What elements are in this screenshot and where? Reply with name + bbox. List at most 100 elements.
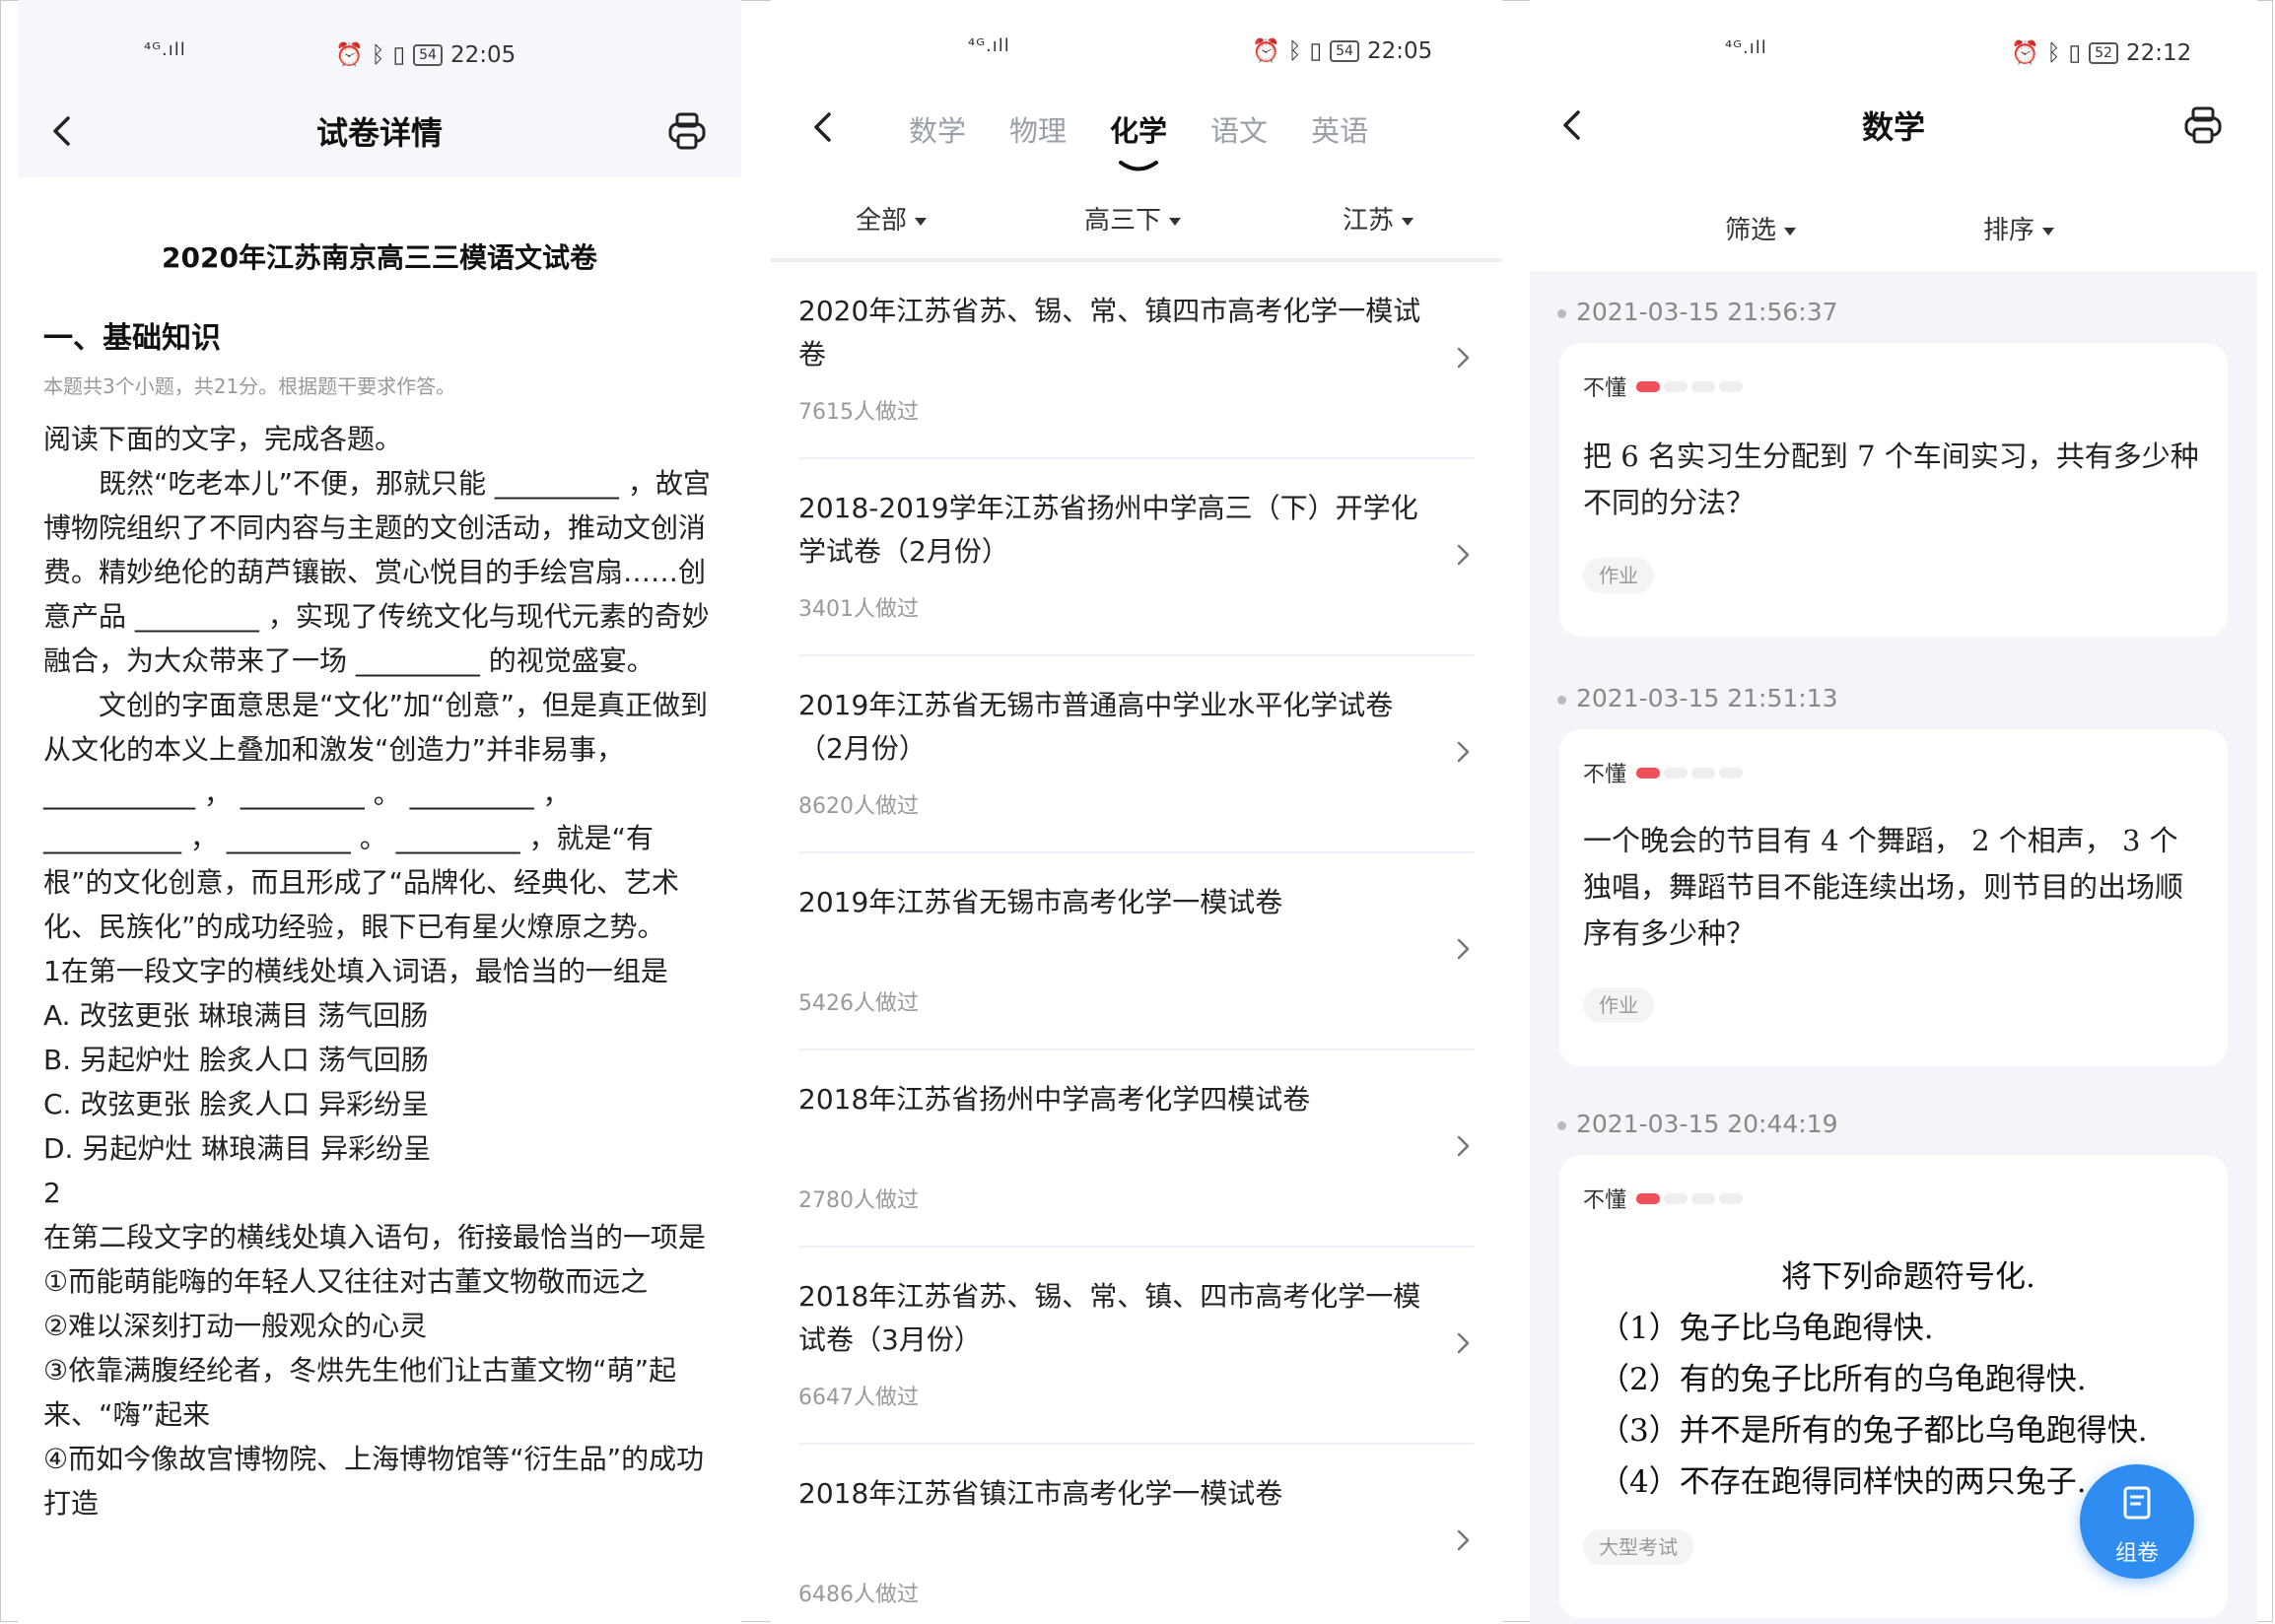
filter-dropdown[interactable]: 筛选	[1725, 210, 1797, 246]
back-icon[interactable]	[798, 102, 848, 152]
mastery-bars	[1636, 767, 1744, 778]
exam-title: 2018年江苏省镇江市高考化学一模试卷	[798, 1477, 1283, 1510]
mastery-bars	[1636, 1192, 1744, 1204]
option-d[interactable]: D. 另起炉灶 琳琅满目 异彩纷呈	[43, 1126, 716, 1171]
signal-icon: ⁴ᴳ.ıll	[968, 35, 1010, 56]
list-item[interactable]: 2018年江苏省镇江市高考化学一模试卷 6486人做过	[798, 1445, 1475, 1624]
signal-icon: ⁴ᴳ.ıll	[144, 39, 186, 60]
done-count: 6486人做过	[798, 1583, 919, 1607]
caret-down-icon	[1784, 227, 1797, 236]
fab-label: 组卷	[2114, 1541, 2159, 1566]
status-bar: ⁴ᴳ.ıll ⏰ ᛒ ▯ 54 22:05	[18, 30, 741, 79]
filter-bar: 筛选 排序	[1530, 202, 2257, 251]
exam-title: 2018年江苏省苏、锡、常、镇、四市高考化学一模试卷（3月份）	[798, 1280, 1421, 1356]
filter-label: 全部	[856, 206, 908, 236]
exam-title: 2020年江苏省苏、锡、常、镇四市高考化学一模试卷	[798, 295, 1421, 371]
question-number: 2	[43, 1177, 61, 1209]
sentence-option: ②难以深刻打动一般观众的心灵	[43, 1310, 428, 1342]
status-time: 22:12	[2125, 39, 2192, 66]
date-text: 2021-03-15 21:51:13	[1576, 684, 1838, 712]
option-a[interactable]: A. 改弦更张 琳琅满目 荡气回肠	[43, 993, 716, 1038]
mastery-badge: 不懂	[1583, 757, 1744, 788]
section-title: 一、基础知识	[43, 321, 221, 356]
exam-list: 2020年江苏省苏、锡、常、镇四市高考化学一模试卷 7615人做过 2018-2…	[798, 262, 1475, 1624]
source-tag: 作业	[1583, 558, 1654, 593]
bluetooth-icon: ᛒ	[1287, 37, 1302, 64]
exam-detail-screen: ⁴ᴳ.ıll ⏰ ᛒ ▯ 54 22:05 试卷详情 2020年江苏南京高三三模…	[18, 0, 741, 1624]
chevron-right-icon	[1457, 938, 1470, 960]
entry-date: 2021-03-15 21:56:37	[1557, 298, 1838, 326]
chevron-right-icon	[1457, 1135, 1470, 1157]
list-item[interactable]: 2020年江苏省苏、锡、常、镇四市高考化学一模试卷 7615人做过	[798, 262, 1475, 459]
alarm-icon: ⏰	[1252, 38, 1280, 64]
caret-down-icon	[2042, 227, 2055, 236]
timeline-dot	[1557, 695, 1566, 705]
done-count: 2780人做过	[798, 1188, 919, 1213]
done-count: 6647人做过	[798, 1386, 919, 1410]
mastery-bars	[1636, 380, 1744, 392]
sentence-option: ④而如今像故宫博物院、上海博物馆等“衍生品”的成功打造	[43, 1443, 705, 1520]
exam-title: 2019年江苏省无锡市高考化学一模试卷	[798, 886, 1283, 918]
tab-chemistry[interactable]: 化学	[1110, 108, 1168, 171]
chevron-right-icon	[1457, 347, 1470, 369]
option-c[interactable]: C. 改弦更张 脍炙人口 异彩纷呈	[43, 1082, 716, 1126]
option-b[interactable]: B. 另起炉灶 脍炙人口 荡气回肠	[43, 1038, 716, 1082]
entry-date: 2021-03-15 21:51:13	[1557, 684, 1838, 712]
status-time: 22:05	[1366, 37, 1433, 64]
printer-icon[interactable]	[2180, 102, 2226, 148]
mistake-book-screen: ⁴ᴳ.ıll ⏰ ᛒ ▯ 52 22:12 数学 筛选 排序 2021-03-1…	[1530, 0, 2257, 1624]
list-item[interactable]: 2019年江苏省无锡市普通高中学业水平化学试卷（2月份） 8620人做过	[798, 656, 1475, 853]
paragraph: 阅读下面的文字，完成各题。	[43, 423, 403, 455]
chevron-right-icon	[1457, 544, 1470, 566]
bluetooth-icon: ᛒ	[2046, 39, 2061, 66]
vibrate-icon: ▯	[1309, 37, 1323, 64]
compose-paper-button[interactable]: 组卷	[2080, 1464, 2194, 1579]
chevron-right-icon	[1457, 1529, 1470, 1551]
caret-down-icon	[1402, 217, 1414, 226]
tab-english[interactable]: 英语	[1311, 108, 1368, 150]
alarm-icon: ⏰	[2011, 40, 2039, 66]
list-item[interactable]: 2018-2019学年江苏省扬州中学高三（下）开学化学试卷（2月份） 3401人…	[798, 459, 1475, 656]
filter-grade-dropdown[interactable]: 高三下	[1084, 200, 1182, 237]
status-time: 22:05	[449, 41, 517, 68]
exam-title: 2018-2019学年江苏省扬州中学高三（下）开学化学试卷（2月份）	[798, 492, 1418, 568]
caret-down-icon	[915, 217, 928, 226]
nav-bar: 数学	[1530, 89, 2257, 177]
done-count: 3401人做过	[798, 597, 919, 622]
question-card[interactable]: 不懂 把 6 名实习生分配到 7 个车间实习，共有多少种不同的分法？ 作业	[1559, 343, 2228, 637]
done-count: 7615人做过	[798, 400, 919, 425]
caret-down-icon	[1169, 217, 1182, 226]
tab-label: 化学	[1110, 114, 1168, 148]
status-right: ⏰ ᛒ ▯ 54 22:05	[1252, 37, 1433, 65]
filter-region-dropdown[interactable]: 江苏	[1343, 200, 1414, 237]
filter-label: 筛选	[1725, 216, 1777, 245]
exam-title: 2019年江苏省无锡市普通高中学业水平化学试卷（2月份）	[798, 689, 1394, 765]
chevron-right-icon	[1457, 1332, 1470, 1354]
sort-dropdown[interactable]: 排序	[1983, 210, 2055, 246]
exam-body: 阅读下面的文字，完成各题。 既然“吃老本儿”不便，那就只能 _________ …	[43, 417, 716, 1525]
question-line: （2）有的兔子比所有的乌龟跑得快.	[1599, 1362, 2087, 1397]
list-item[interactable]: 2018年江苏省扬州中学高考化学四模试卷 2780人做过	[798, 1050, 1475, 1248]
list-item[interactable]: 2018年江苏省苏、锡、常、镇、四市高考化学一模试卷（3月份） 6647人做过	[798, 1248, 1475, 1445]
list-item[interactable]: 2019年江苏省无锡市高考化学一模试卷 5426人做过	[798, 853, 1475, 1050]
tab-math[interactable]: 数学	[909, 108, 966, 150]
question-text: 一个晚会的节目有 4 个舞蹈， 2 个相声， 3 个独唱，舞蹈节目不能连续出场，…	[1583, 824, 2184, 950]
source-tag: 作业	[1583, 987, 1654, 1023]
active-tab-indicator	[1119, 161, 1159, 171]
question-line: （1）兔子比乌龟跑得快.	[1599, 1311, 1934, 1346]
filter-label: 高三下	[1084, 206, 1162, 236]
tab-chinese[interactable]: 语文	[1210, 108, 1268, 150]
exam-title: 2018年江苏省扬州中学高考化学四模试卷	[798, 1083, 1311, 1116]
question-line: （3）并不是所有的兔子都比乌龟跑得快.	[1599, 1413, 2148, 1449]
entry-date: 2021-03-15 20:44:19	[1557, 1110, 1838, 1138]
printer-icon[interactable]	[664, 108, 710, 154]
scroll-icon	[2123, 1486, 2151, 1520]
question-card[interactable]: 不懂 一个晚会的节目有 4 个舞蹈， 2 个相声， 3 个独唱，舞蹈节目不能连续…	[1559, 729, 2228, 1066]
battery-icon: 52	[2089, 41, 2118, 64]
section-note: 本题共3个小题，共21分。根据题干要求作答。	[43, 374, 456, 398]
vibrate-icon: ▯	[2068, 39, 2082, 66]
filter-all-dropdown[interactable]: 全部	[856, 200, 928, 237]
done-count: 5426人做过	[798, 991, 919, 1016]
tab-physics[interactable]: 物理	[1009, 108, 1067, 150]
status-bar: ⁴ᴳ.ıll ⏰ ᛒ ▯ 54 22:05	[771, 30, 1502, 79]
